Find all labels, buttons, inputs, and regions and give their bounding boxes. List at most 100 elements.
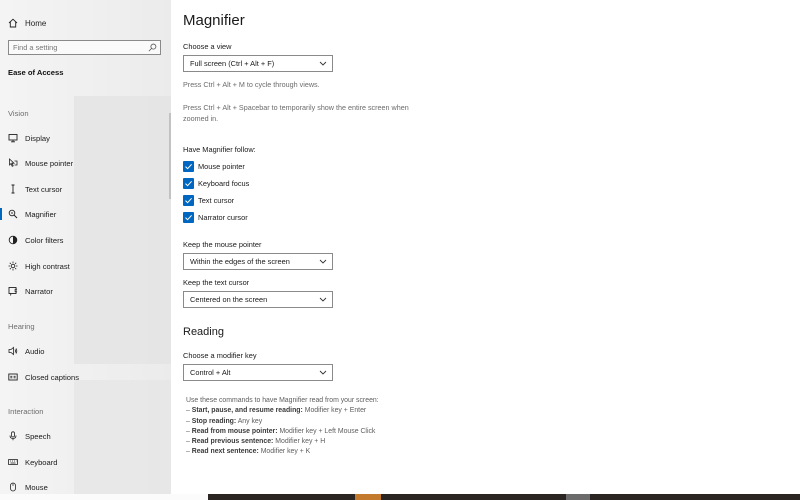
- speaker-icon: [8, 346, 18, 356]
- command-keys: Modifier key + Left Mouse Click: [279, 427, 376, 435]
- reading-commands: Use these commands to have Magnifier rea…: [186, 396, 379, 458]
- search-input[interactable]: Find a setting: [8, 40, 161, 55]
- mouse-pointer-dropdown[interactable]: Within the edges of the screen: [183, 253, 333, 270]
- microphone-icon: [9, 431, 17, 441]
- sun-icon: [8, 261, 18, 271]
- chevron-down-icon: [319, 259, 327, 264]
- checkbox-checked-icon[interactable]: [183, 211, 194, 223]
- sidebar-item-home[interactable]: Home: [8, 16, 46, 30]
- checkbox-label: Text cursor: [198, 195, 235, 205]
- checkbox-label: Keyboard focus: [198, 178, 250, 188]
- section-interaction: Interaction: [8, 407, 44, 416]
- sidebar-item-label: Mouse: [25, 482, 48, 492]
- command-line: – Read previous sentence: Modifier key +…: [186, 438, 326, 446]
- follow-narrator-cursor-checkbox[interactable]: Narrator cursor: [183, 211, 248, 223]
- text-cursor-icon: [11, 184, 15, 194]
- chevron-down-icon: [319, 61, 327, 66]
- search-icon[interactable]: [148, 43, 157, 52]
- mouse-pointer-icon: [9, 158, 18, 167]
- sidebar-item-color-filters[interactable]: Color filters: [8, 233, 158, 247]
- command-line: – Stop reading: Any key: [186, 417, 263, 425]
- view-dropdown-value: Full screen (Ctrl + Alt + F): [190, 59, 275, 68]
- checkbox-checked-icon[interactable]: [183, 160, 194, 172]
- main-content: Magnifier Choose a view Full screen (Ctr…: [183, 0, 783, 494]
- color-filter-icon: [8, 235, 18, 245]
- chevron-down-icon: [319, 370, 327, 375]
- command-name: Read next sentence:: [191, 448, 259, 456]
- sidebar-item-label: Mouse pointer: [25, 158, 74, 168]
- checkbox-checked-icon[interactable]: [183, 177, 194, 189]
- sidebar-item-magnifier[interactable]: Magnifier: [0, 207, 158, 221]
- view-label: Choose a view: [183, 42, 232, 51]
- command-keys: Any key: [237, 417, 263, 425]
- mouse-icon: [10, 482, 16, 492]
- sidebar: Home Find a setting Ease of Access Visio…: [0, 0, 171, 494]
- sidebar-item-mouse-pointer[interactable]: Mouse pointer: [8, 156, 158, 170]
- monitor-icon: [8, 134, 18, 143]
- view-hint-cycle: Press Ctrl + Alt + M to cycle through vi…: [183, 80, 320, 89]
- sidebar-item-label: Color filters: [25, 235, 64, 245]
- follow-text-cursor-checkbox[interactable]: Text cursor: [183, 194, 234, 206]
- command-keys: Modifier key + Enter: [304, 407, 367, 415]
- command-name: Start, pause, and resume reading:: [191, 407, 303, 415]
- sidebar-item-keyboard[interactable]: Keyboard: [8, 455, 158, 469]
- taskbar[interactable]: [0, 494, 800, 500]
- page-title: Magnifier: [183, 12, 245, 29]
- view-hint-spacebar: Press Ctrl + Alt + Spacebar to temporari…: [183, 103, 409, 123]
- command-keys: Modifier key + H: [275, 438, 326, 446]
- command-name: Read from mouse pointer:: [191, 427, 278, 435]
- text-cursor-dropdown-value: Centered on the screen: [190, 295, 268, 304]
- sidebar-item-label: Magnifier: [25, 209, 57, 219]
- checkbox-checked-icon[interactable]: [183, 194, 194, 206]
- sidebar-item-display[interactable]: Display: [8, 131, 158, 145]
- taskbar-app-icon[interactable]: [566, 494, 590, 500]
- view-dropdown[interactable]: Full screen (Ctrl + Alt + F): [183, 55, 333, 72]
- sidebar-item-text-cursor[interactable]: Text cursor: [8, 182, 158, 196]
- sidebar-item-audio[interactable]: Audio: [8, 344, 158, 358]
- chevron-down-icon: [319, 297, 327, 302]
- section-vision: Vision: [8, 109, 29, 118]
- reading-heading: Reading: [183, 326, 224, 338]
- checkbox-label: Narrator cursor: [198, 212, 248, 222]
- sidebar-item-label: Text cursor: [25, 184, 63, 194]
- command-name: Read previous sentence:: [191, 438, 274, 446]
- taskbar-app-icon[interactable]: [355, 494, 381, 500]
- sidebar-item-label: Keyboard: [25, 457, 58, 467]
- narrator-icon: [8, 287, 18, 296]
- mouse-pointer-label: Keep the mouse pointer: [183, 240, 262, 249]
- modifier-key-dropdown-value: Control + Alt: [190, 368, 231, 377]
- sidebar-item-narrator[interactable]: Narrator: [8, 284, 158, 298]
- command-name: Stop reading:: [191, 417, 237, 425]
- taskbar-segment: [0, 494, 208, 500]
- text-cursor-label: Keep the text cursor: [183, 278, 250, 287]
- sidebar-item-high-contrast[interactable]: High contrast: [8, 259, 158, 273]
- sidebar-item-label: Closed captions: [25, 372, 80, 382]
- mouse-pointer-dropdown-value: Within the edges of the screen: [190, 257, 290, 266]
- sidebar-item-label: High contrast: [25, 261, 70, 271]
- follow-keyboard-focus-checkbox[interactable]: Keyboard focus: [183, 177, 249, 189]
- modifier-key-dropdown[interactable]: Control + Alt: [183, 364, 333, 381]
- follow-mouse-pointer-checkbox[interactable]: Mouse pointer: [183, 160, 245, 172]
- sidebar-item-label: Narrator: [25, 286, 53, 296]
- section-hearing: Hearing: [8, 322, 35, 331]
- sidebar-item-label: Audio: [25, 346, 45, 356]
- modifier-key-label: Choose a modifier key: [183, 351, 257, 360]
- sidebar-item-label: Home: [25, 18, 47, 28]
- sidebar-item-label: Display: [25, 133, 50, 143]
- command-line: – Start, pause, and resume reading: Modi…: [186, 407, 367, 415]
- home-icon: [8, 18, 18, 28]
- text-cursor-dropdown[interactable]: Centered on the screen: [183, 291, 333, 308]
- keyboard-icon: [8, 459, 18, 465]
- sidebar-item-speech[interactable]: Speech: [8, 429, 158, 443]
- command-line: – Read from mouse pointer: Modifier key …: [186, 427, 376, 435]
- search-placeholder: Find a setting: [13, 43, 58, 52]
- reading-commands-intro: Use these commands to have Magnifier rea…: [186, 397, 379, 404]
- sidebar-scrollbar[interactable]: [169, 113, 171, 199]
- sidebar-item-closed-captions[interactable]: Closed captions: [8, 370, 158, 384]
- follow-label: Have Magnifier follow:: [183, 145, 256, 154]
- checkbox-label: Mouse pointer: [198, 161, 245, 171]
- sidebar-title: Ease of Access: [8, 68, 64, 77]
- command-keys: Modifier key + K: [260, 448, 311, 456]
- magnifier-icon: [8, 209, 18, 219]
- sidebar-item-mouse[interactable]: Mouse: [8, 480, 158, 494]
